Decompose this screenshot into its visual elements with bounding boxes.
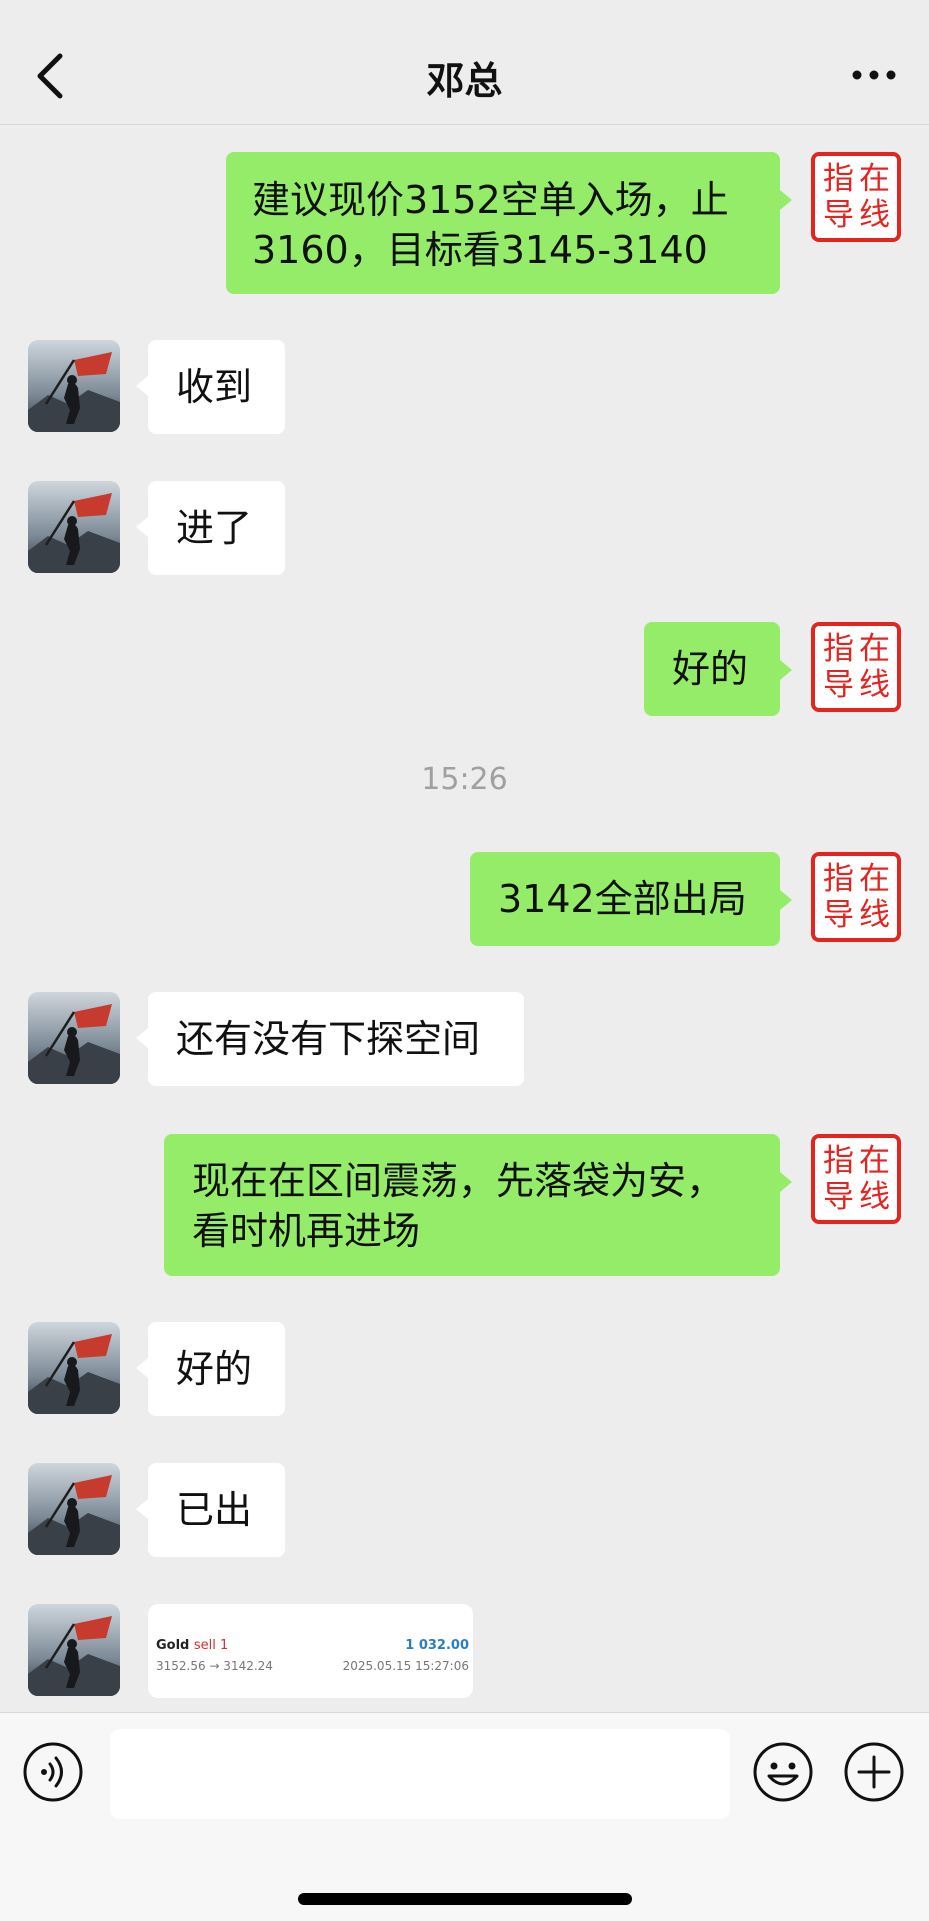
message-text: 建议现价3152空单入场，止 — [252, 178, 729, 222]
chat-title: 邓总 — [426, 59, 503, 103]
message-text: 好的 — [176, 1347, 253, 1391]
trade-profit: 1 032.00 — [405, 1638, 469, 1653]
seal-char: 在 — [859, 1143, 890, 1179]
seal-char: 指 — [823, 861, 854, 897]
avatar[interactable] — [28, 1322, 120, 1414]
seal-char: 线 — [859, 667, 890, 703]
seal-char: 导 — [823, 667, 854, 703]
seal-char: 线 — [859, 897, 890, 933]
plus-icon[interactable] — [843, 1741, 905, 1803]
message-text: 进了 — [176, 506, 253, 550]
message-bubble-outgoing[interactable]: 建议现价3152空单入场，止 3160，目标看3145-3140 — [226, 152, 792, 294]
seal-char: 线 — [859, 197, 890, 233]
message-text: 还有没有下探空间 — [176, 1017, 481, 1061]
message-text: 3142全部出局 — [498, 877, 747, 921]
seal-char: 指 — [823, 631, 854, 667]
message-text: 好的 — [672, 647, 749, 691]
seal-char: 在 — [859, 161, 890, 197]
trade-symbol: Gold sell 1 — [156, 1638, 228, 1653]
message-bubble-incoming[interactable]: 好的 — [136, 1322, 285, 1416]
message-bubble-outgoing[interactable]: 现在在区间震荡，先落袋为安， 看时机再进场 — [164, 1134, 792, 1276]
avatar-seal[interactable]: 指 在 导 线 — [811, 1134, 901, 1224]
avatar[interactable] — [28, 340, 120, 432]
avatar-seal[interactable]: 指 在 导 线 — [811, 852, 901, 942]
emoji-icon[interactable] — [752, 1741, 814, 1803]
seal-char: 在 — [859, 631, 890, 667]
trade-time: 2025.05.15 15:27:06 — [342, 1659, 469, 1673]
seal-char: 导 — [823, 197, 854, 233]
avatar-seal[interactable]: 指 在 导 线 — [811, 152, 901, 242]
message-bubble-outgoing[interactable]: 好的 — [644, 622, 792, 716]
trade-range: 3152.56 → 3142.24 — [156, 1659, 273, 1673]
message-bubble-incoming[interactable]: 已出 — [136, 1463, 285, 1557]
seal-char: 在 — [859, 861, 890, 897]
message-text: 收到 — [176, 365, 253, 409]
seal-char: 指 — [823, 1143, 854, 1179]
trade-symbol-text: Gold — [156, 1638, 190, 1653]
avatar[interactable] — [28, 1604, 120, 1696]
trade-card[interactable]: Gold sell 1 1 032.00 3152.56 → 3142.24 2… — [148, 1604, 473, 1698]
seal-char: 导 — [823, 897, 854, 933]
message-bubble-incoming[interactable]: 收到 — [136, 340, 285, 434]
avatar-seal[interactable]: 指 在 导 线 — [811, 622, 901, 712]
avatar[interactable] — [28, 481, 120, 573]
home-indicator[interactable] — [298, 1893, 632, 1905]
seal-char: 导 — [823, 1179, 854, 1215]
message-text: 3160，目标看3145-3140 — [252, 228, 708, 272]
message-text: 已出 — [176, 1488, 253, 1532]
message-bubble-incoming[interactable]: 进了 — [136, 481, 285, 575]
timestamp: 15:26 — [421, 762, 508, 797]
message-input[interactable] — [110, 1729, 730, 1819]
message-bubble-outgoing[interactable]: 3142全部出局 — [470, 852, 792, 946]
input-bar — [0, 1712, 929, 1921]
trade-side: sell 1 — [193, 1638, 229, 1653]
message-text: 现在在区间震荡，先落袋为安， — [192, 1159, 725, 1203]
chat-header: 邓总 — [0, 0, 929, 125]
avatar[interactable] — [28, 1463, 120, 1555]
seal-char: 指 — [823, 161, 854, 197]
more-dots-icon[interactable] — [849, 60, 899, 90]
seal-char: 线 — [859, 1179, 890, 1215]
message-bubble-incoming[interactable]: 还有没有下探空间 — [136, 992, 524, 1086]
voice-icon[interactable] — [22, 1741, 84, 1803]
message-text: 看时机再进场 — [192, 1209, 421, 1253]
avatar[interactable] — [28, 992, 120, 1084]
